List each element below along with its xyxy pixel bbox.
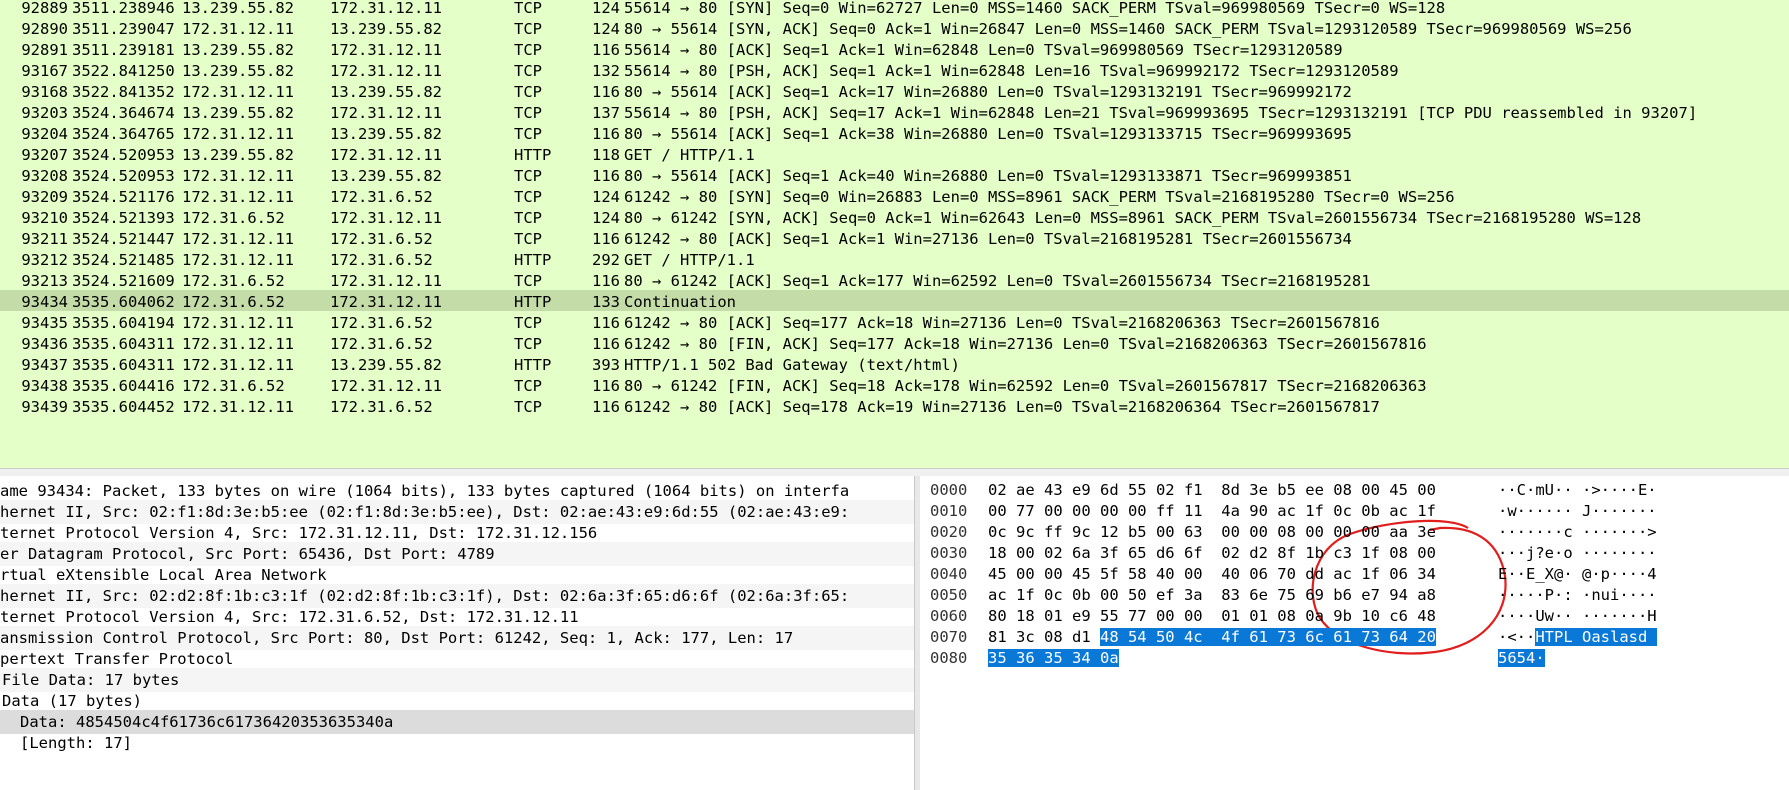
hex-bytes: 45 00 00 45 5f 58 40 00 40 06 70 dd ac 1… [988,565,1436,583]
ascii-text: E··E_X@· @·p····4 [1498,565,1657,583]
ascii-text: ···j?e·o ········ [1498,544,1657,562]
ascii-text: ····Uw·· ·······H [1498,607,1657,625]
hex-bytes: 80 18 01 e9 55 77 00 00 01 01 08 0a 9b 1… [988,607,1436,625]
packet-len: 116 [592,398,620,416]
ascii-text: ·······c ·······> [1498,523,1657,541]
hex-dump[interactable]: 02 ae 43 e9 6d 55 02 f1 8d 3e b5 ee 08 0… [988,480,1436,501]
byte-offset: 0050 [930,586,968,604]
bytes-row: 0050 ac 1f 0c 0b 00 50 ef 3a 83 6e 75 69 … [920,585,1789,606]
ascii-dump[interactable]: ·····P·: ·nui···· [1498,585,1657,606]
packet-info: 61242 → 80 [ACK] Seq=178 Ack=19 Win=2713… [624,398,1380,416]
packet-src: 172.31.12.11 [182,398,294,416]
detail-tree-item[interactable]: [Length: 17] [0,731,914,755]
hex-bytes-selected: 35 36 35 34 0a [988,649,1119,667]
hex-bytes: 02 ae 43 e9 6d 55 02 f1 8d 3e b5 ee 08 0… [988,481,1436,499]
packet-list[interactable]: 92889 3511.238946 13.239.55.82 172.31.12.11… [0,0,1789,468]
bytes-row: 0060 80 18 01 e9 55 77 00 00 01 01 08 0a … [920,606,1789,627]
byte-offset: 0000 [930,481,968,499]
packet-no: 93439 [21,398,68,416]
hex-dump[interactable]: 18 00 02 6a 3f 65 d6 6f 02 d2 8f 1b c3 1… [988,543,1436,564]
hex-bytes: 0c 9c ff 9c 12 b5 00 63 00 00 08 00 00 0… [988,523,1436,541]
hex-dump[interactable]: 35 36 35 34 0a [988,648,1119,669]
byte-offset: 0040 [930,565,968,583]
ascii-text: ·····P·: ·nui···· [1498,586,1657,604]
hex-dump[interactable]: 80 18 01 e9 55 77 00 00 01 01 08 0a 9b 1… [988,606,1436,627]
ascii-text-selected: HTPL Oaslasd [1535,628,1657,646]
packet-row[interactable]: 93439 3535.604452 172.31.12.11 172.31.6.52 T… [0,395,1789,419]
byte-offset: 0080 [930,649,968,667]
ascii-dump[interactable]: ··C·mU·· ·>····E· [1498,480,1657,501]
hex-bytes: 18 00 02 6a 3f 65 d6 6f 02 d2 8f 1b c3 1… [988,544,1436,562]
ascii-text: ·w······ J······· [1498,502,1657,520]
packet-dst: 172.31.6.52 [330,398,433,416]
packet-proto: TCP [514,398,542,416]
byte-offset: 0070 [930,628,968,646]
byte-offset: 0060 [930,607,968,625]
packet-bytes-pane[interactable]: 0000 02 ae 43 e9 6d 55 02 f1 8d 3e b5 ee … [920,476,1789,790]
ascii-text: ··C·mU·· ·>····E· [1498,481,1657,499]
ascii-dump[interactable]: 5654· [1498,648,1545,669]
byte-offset: 0020 [930,523,968,541]
bytes-row: 0030 18 00 02 6a 3f 65 d6 6f 02 d2 8f 1b … [920,543,1789,564]
bytes-row: 0070 81 3c 08 d1 48 54 50 4c 4f 61 73 6c … [920,627,1789,648]
packet-time: 3535.604452 [72,398,175,416]
ascii-text-selected: 5654· [1498,649,1545,667]
byte-offset: 0030 [930,544,968,562]
ascii-dump[interactable]: ·<··HTPL Oaslasd [1498,627,1657,648]
hex-dump[interactable]: 00 77 00 00 00 00 ff 11 4a 90 ac 1f 0c 0… [988,501,1436,522]
hex-dump[interactable]: 0c 9c ff 9c 12 b5 00 63 00 00 08 00 00 0… [988,522,1436,543]
packet-details-pane[interactable]: ame 93434: Packet, 133 bytes on wire (10… [0,476,914,790]
hex-dump[interactable]: 81 3c 08 d1 48 54 50 4c 4f 61 73 6c 61 7… [988,627,1436,648]
hex-bytes: 00 77 00 00 00 00 ff 11 4a 90 ac 1f 0c 0… [988,502,1436,520]
bytes-row: 0020 0c 9c ff 9c 12 b5 00 63 00 00 08 00 … [920,522,1789,543]
ascii-dump[interactable]: ·w······ J······· [1498,501,1657,522]
hex-dump[interactable]: 45 00 00 45 5f 58 40 00 40 06 70 dd ac 1… [988,564,1436,585]
hex-bytes-selected: 48 54 50 4c 4f 61 73 6c 61 73 64 20 [1099,628,1436,646]
bytes-row: 0040 45 00 00 45 5f 58 40 00 40 06 70 dd … [920,564,1789,585]
hex-bytes: 81 3c 08 d1 [988,628,1100,646]
hex-bytes: ac 1f 0c 0b 00 50 ef 3a 83 6e 75 69 b6 e… [988,586,1436,604]
bytes-row: 0080 35 36 35 34 0a 5654· [920,648,1789,669]
bytes-row: 0000 02 ae 43 e9 6d 55 02 f1 8d 3e b5 ee … [920,480,1789,501]
ascii-dump[interactable]: ·······c ·······> [1498,522,1657,543]
horizontal-splitter[interactable] [0,468,1789,476]
ascii-text: ·<·· [1498,628,1536,646]
bytes-row: 0010 00 77 00 00 00 00 ff 11 4a 90 ac 1f … [920,501,1789,522]
ascii-dump[interactable]: ···j?e·o ········ [1498,543,1657,564]
ascii-dump[interactable]: ····Uw·· ·······H [1498,606,1657,627]
hex-dump[interactable]: ac 1f 0c 0b 00 50 ef 3a 83 6e 75 69 b6 e… [988,585,1436,606]
byte-offset: 0010 [930,502,968,520]
ascii-dump[interactable]: E··E_X@· @·p····4 [1498,564,1657,585]
